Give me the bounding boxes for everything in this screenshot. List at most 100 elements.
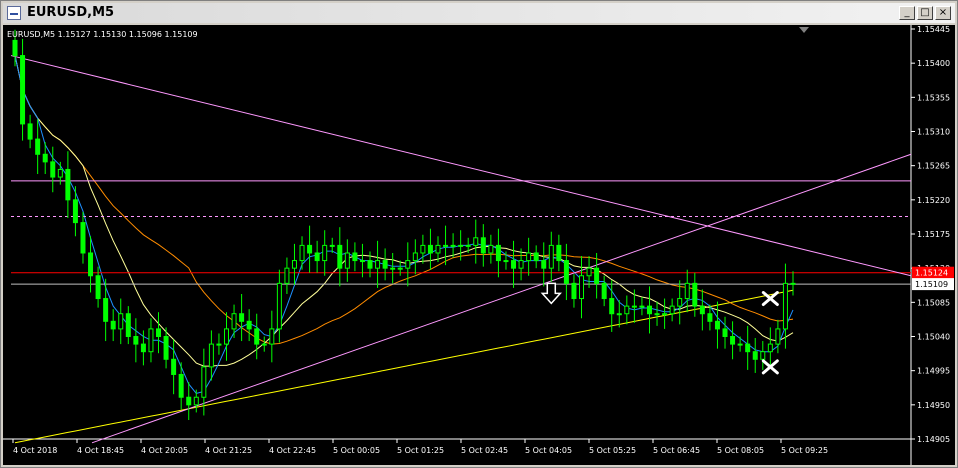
- candle-body: [322, 244, 328, 262]
- candle-body: [178, 373, 184, 398]
- minimize-button[interactable]: _: [899, 6, 915, 20]
- x-tick-label: 4 Oct 21:25: [205, 446, 252, 455]
- candle-body: [337, 244, 343, 269]
- candle-body: [375, 260, 381, 269]
- candle-body: [171, 358, 177, 375]
- candle-body: [782, 282, 788, 330]
- candle-body: [352, 252, 358, 262]
- candle-body: [314, 252, 320, 262]
- candle-body: [601, 282, 607, 300]
- candle-body: [631, 305, 637, 308]
- ma-slow-line: [14, 55, 794, 345]
- chart-window: EURUSD,M5 _ □ × 1.15445 1.15400 1.15355 1.1…: [0, 0, 958, 468]
- x-tick-label: 5 Oct 05:25: [589, 446, 636, 455]
- candle-body: [730, 336, 736, 345]
- candle-body: [767, 343, 773, 353]
- trend-line: [91, 153, 912, 444]
- x-tick-label: 5 Oct 09:25: [781, 446, 828, 455]
- y-tick-label: 1.15220: [917, 196, 950, 205]
- candle-body: [95, 275, 101, 300]
- candle-body: [291, 260, 297, 269]
- candle-body: [72, 199, 78, 224]
- y-tick-label: 1.15310: [917, 128, 950, 137]
- candle-body: [684, 282, 690, 300]
- red-level-price-label: 1.15124: [915, 269, 948, 278]
- candle-body: [677, 298, 683, 307]
- y-tick-label: 1.15085: [917, 298, 950, 307]
- candle-body: [427, 244, 433, 254]
- maximize-button[interactable]: □: [917, 6, 933, 20]
- candle-body: [563, 260, 569, 284]
- x-tick-label: 4 Oct 20:05: [141, 446, 188, 455]
- candle-body: [639, 305, 645, 308]
- close-button[interactable]: ×: [935, 6, 951, 20]
- candle-body: [518, 260, 524, 269]
- candle-body: [201, 366, 207, 398]
- candle-body: [12, 39, 18, 57]
- y-tick-label: 1.14995: [917, 367, 950, 376]
- y-tick-label: 1.15040: [917, 333, 950, 342]
- x-tick-label: 5 Oct 01:25: [397, 446, 444, 455]
- candle-body: [329, 244, 335, 247]
- candle-body: [231, 313, 237, 330]
- y-tick-label: 1.15175: [917, 230, 950, 239]
- candle-body: [125, 313, 131, 338]
- candle-body: [156, 328, 162, 338]
- candle-body: [133, 336, 139, 345]
- candle-body: [307, 244, 313, 254]
- y-tick-label: 1.15400: [917, 59, 950, 68]
- chart-shift-marker-icon: [799, 27, 809, 33]
- candle-body: [495, 244, 501, 262]
- candle-body: [699, 305, 705, 315]
- y-tick-label: 1.15445: [917, 25, 950, 34]
- x-tick-label: 4 Oct 22:45: [269, 446, 316, 455]
- candle-body: [148, 328, 154, 353]
- candle-body: [526, 252, 532, 262]
- candle-body: [254, 328, 260, 345]
- candle-body: [216, 343, 222, 346]
- candle-body: [737, 343, 743, 346]
- candle-body: [646, 305, 652, 315]
- candle-body: [511, 260, 517, 269]
- candle-body: [722, 328, 728, 338]
- candle-body: [42, 153, 48, 163]
- x-tick-label: 4 Oct 18:45: [77, 446, 124, 455]
- candle-body: [488, 244, 494, 254]
- candle-body: [57, 168, 63, 178]
- candle-body: [435, 244, 441, 254]
- candle-body: [556, 244, 562, 262]
- y-tick-label: 1.15355: [917, 93, 950, 102]
- chart-info-text: EURUSD,M5 1.15127 1.15130 1.15096 1.1510…: [7, 30, 198, 39]
- y-tick-label: 1.14905: [917, 435, 950, 444]
- sell-arrow-icon: [540, 282, 562, 305]
- title-bar[interactable]: EURUSD,M5 _ □ ×: [3, 3, 955, 23]
- candle-body: [110, 320, 116, 330]
- chart-area[interactable]: 1.15445 1.15400 1.15355 1.15310 1.15265 1.152…: [3, 25, 955, 465]
- candle-body: [88, 252, 94, 277]
- candle-body: [103, 298, 109, 322]
- candle-body: [80, 222, 86, 254]
- x-tick-label: 4 Oct 2018: [13, 446, 57, 455]
- candle-body: [390, 267, 396, 270]
- candle-body: [473, 237, 479, 246]
- candle-body: [654, 313, 660, 316]
- candle-body: [20, 55, 26, 125]
- candle-body: [541, 260, 547, 269]
- candle-body: [775, 328, 781, 345]
- candle-body: [752, 351, 758, 360]
- x-tick-label: 5 Oct 02:45: [461, 446, 508, 455]
- candle-body: [367, 260, 373, 269]
- candle-body: [140, 343, 146, 353]
- price-chart[interactable]: 1.15445 1.15400 1.15355 1.15310 1.15265 1.152…: [3, 25, 955, 465]
- y-tick-label: 1.15265: [917, 162, 950, 171]
- candle-body: [571, 282, 577, 300]
- candle-body: [118, 313, 124, 330]
- candle-body: [579, 275, 585, 300]
- x-tick-label: 5 Oct 04:05: [525, 446, 572, 455]
- ma-long-line: [14, 289, 794, 444]
- window-title: EURUSD,M5: [27, 5, 115, 20]
- candle-body: [412, 252, 418, 262]
- candle-body: [397, 267, 403, 270]
- candle-body: [359, 260, 365, 263]
- candle-body: [382, 260, 388, 269]
